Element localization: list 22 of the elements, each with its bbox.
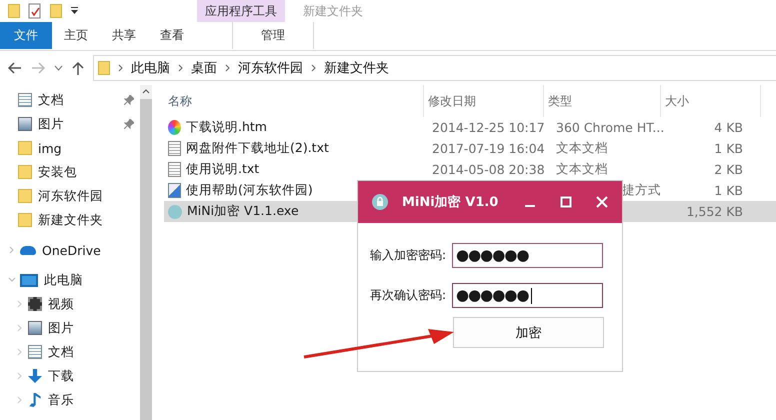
size-cell: 1 KB bbox=[714, 183, 743, 198]
file-name: 使用说明.txt bbox=[186, 161, 260, 178]
file-name: 网盘附件下载地址(2).txt bbox=[186, 140, 329, 157]
file-name: MiNi加密 V1.1.exe bbox=[187, 203, 299, 220]
file-name: 下载说明.htm bbox=[186, 119, 267, 136]
size-cell: 2 KB bbox=[714, 162, 743, 177]
date-cell: 2014-05-08 20:38 bbox=[432, 162, 545, 177]
date-cell: 2017-07-19 16:04 bbox=[432, 141, 545, 156]
size-cell: 1 KB bbox=[714, 141, 743, 156]
dialog-title: MiNi加密 V1.0 bbox=[402, 194, 500, 211]
type-cell: 文本文档 bbox=[556, 161, 608, 176]
type-cell: 捷方式 bbox=[622, 182, 661, 197]
type-cell: 文本文档 bbox=[556, 140, 608, 155]
field-label: 再次确认密码: bbox=[370, 287, 448, 304]
size-cell: 4 KB bbox=[714, 120, 743, 135]
date-cell: 2014-12-25 10:17 bbox=[432, 120, 545, 135]
file-name: 使用帮助(河东软件园) bbox=[186, 182, 313, 199]
type-cell: 360 Chrome HT... bbox=[556, 120, 664, 135]
size-cell: 1,552 KB bbox=[686, 204, 743, 219]
window-title: 新建文件夹 bbox=[303, 2, 363, 20]
field-label: 输入加密密码: bbox=[370, 247, 448, 264]
context-group-label: 应用程序工具 bbox=[197, 0, 285, 22]
